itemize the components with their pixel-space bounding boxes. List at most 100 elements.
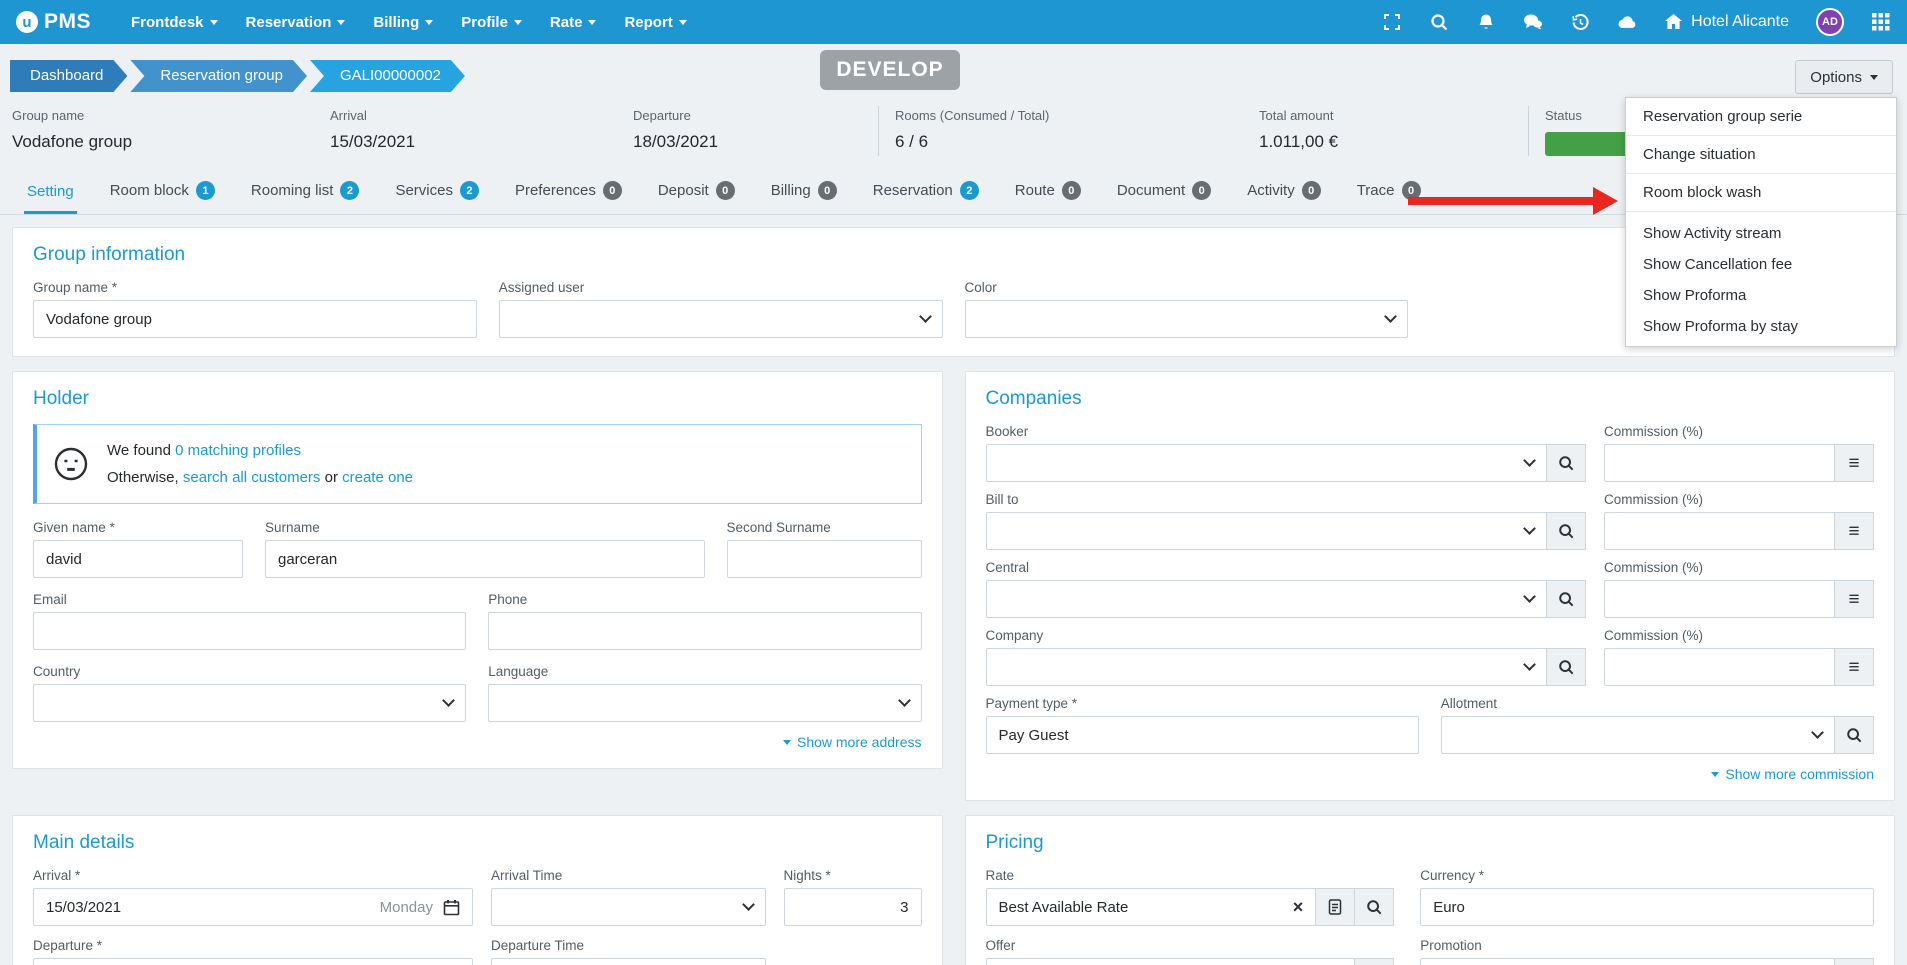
central-commission-input[interactable]	[1604, 580, 1835, 618]
search-all-customers-link[interactable]: search all customers	[183, 469, 321, 486]
phone-input[interactable]	[488, 612, 921, 650]
menu-item-reservation-group-serie[interactable]: Reservation group serie	[1626, 98, 1896, 136]
tab-document[interactable]: Document0	[1114, 172, 1214, 214]
menu-billing[interactable]: Billing	[359, 0, 447, 44]
group-name-input[interactable]	[33, 300, 477, 338]
menu-item-show-proforma[interactable]: Show Proforma	[1626, 280, 1896, 311]
promotion-select[interactable]	[1420, 958, 1835, 965]
bill-to-search-button[interactable]	[1546, 512, 1586, 550]
notifications-bell-icon[interactable]	[1476, 12, 1496, 32]
company-select[interactable]	[986, 648, 1548, 686]
central-select[interactable]	[986, 580, 1548, 618]
chevron-down-icon	[1811, 726, 1824, 739]
hotel-selector[interactable]: Hotel Alicante	[1664, 13, 1789, 31]
assigned-user-select[interactable]	[499, 300, 943, 338]
tab-route[interactable]: Route0	[1012, 172, 1084, 214]
menu-rate[interactable]: Rate	[536, 0, 611, 44]
company-commission-menu-button[interactable]: ≡	[1834, 648, 1874, 686]
pricing-card: Pricing Rate Best Available Rate × Curre…	[965, 815, 1896, 965]
booker-commission-menu-button[interactable]: ≡	[1834, 444, 1874, 482]
arrival-date-input[interactable]: 15/03/2021 Monday	[33, 888, 473, 926]
color-select[interactable]	[965, 300, 1409, 338]
show-more-address-link[interactable]: Show more address	[33, 734, 922, 750]
menu-profile[interactable]: Profile	[447, 0, 536, 44]
tab-services[interactable]: Services2	[392, 172, 482, 214]
tab-rooming-list[interactable]: Rooming list2	[248, 172, 363, 214]
home-icon	[1664, 13, 1683, 31]
company-commission-input[interactable]	[1604, 648, 1835, 686]
surname-input[interactable]	[265, 540, 705, 578]
company-search-button[interactable]	[1546, 648, 1586, 686]
tab-deposit[interactable]: Deposit0	[655, 172, 738, 214]
rate-input[interactable]: Best Available Rate ×	[986, 888, 1317, 926]
chevron-down-icon	[210, 20, 218, 29]
rate-search-button[interactable]	[1354, 888, 1394, 926]
offer-select[interactable]	[986, 958, 1356, 965]
second-surname-input[interactable]	[727, 540, 922, 578]
apps-grid-icon[interactable]	[1871, 12, 1891, 32]
history-icon[interactable]	[1570, 12, 1590, 32]
central-commission-menu-button[interactable]: ≡	[1834, 580, 1874, 618]
tab-billing[interactable]: Billing0	[768, 172, 840, 214]
menu-report[interactable]: Report	[610, 0, 700, 44]
search-icon	[1558, 591, 1574, 607]
breadcrumb-reservation-group[interactable]: Reservation group	[130, 60, 307, 92]
bill-to-commission-input[interactable]	[1604, 512, 1835, 550]
given-name-input[interactable]	[33, 540, 243, 578]
chevron-down-icon	[425, 20, 433, 29]
central-search-button[interactable]	[1546, 580, 1586, 618]
menu-item-room-block-wash[interactable]: Room block wash	[1626, 174, 1896, 212]
show-more-commission-link[interactable]: Show more commission	[986, 766, 1875, 782]
tab-room-block[interactable]: Room block1	[107, 172, 218, 214]
search-icon[interactable]	[1429, 12, 1449, 32]
payment-type-field: Payment type *	[986, 696, 1419, 754]
booker-select[interactable]	[986, 444, 1548, 482]
promotion-search-button[interactable]	[1834, 958, 1874, 965]
menu-item-show-activity-stream[interactable]: Show Activity stream	[1626, 218, 1896, 249]
fullscreen-icon[interactable]	[1382, 12, 1402, 32]
pms-logo[interactable]: u PMS	[16, 10, 91, 34]
currency-input[interactable]	[1420, 888, 1874, 926]
tab-reservation[interactable]: Reservation2	[870, 172, 982, 214]
email-input[interactable]	[33, 612, 466, 650]
payment-type-input[interactable]	[986, 716, 1419, 754]
booker-search-button[interactable]	[1546, 444, 1586, 482]
arrival-time-select[interactable]	[491, 888, 766, 926]
tab-trace[interactable]: Trace0	[1354, 172, 1424, 214]
matching-profiles-link[interactable]: 0 matching profiles	[175, 442, 301, 459]
menu-item-show-cancellation-fee[interactable]: Show Cancellation fee	[1626, 249, 1896, 280]
menu-reservation[interactable]: Reservation	[232, 0, 360, 44]
departure-date-input[interactable]: 18/03/2021 Thursday	[33, 958, 473, 965]
menu-frontdesk[interactable]: Frontdesk	[117, 0, 232, 44]
calendar-icon[interactable]	[443, 899, 460, 916]
clear-icon[interactable]: ×	[1285, 897, 1304, 918]
tab-preferences[interactable]: Preferences0	[512, 172, 625, 214]
create-one-link[interactable]: create one	[342, 469, 413, 486]
country-select[interactable]	[33, 684, 466, 722]
options-button[interactable]: Options	[1795, 60, 1893, 94]
language-select[interactable]	[488, 684, 921, 722]
rate-detail-button[interactable]	[1315, 888, 1355, 926]
allotment-search-button[interactable]	[1834, 716, 1874, 754]
breadcrumb-dashboard[interactable]: Dashboard	[10, 60, 127, 92]
nights-input[interactable]: 3	[784, 888, 922, 926]
chevron-down-icon	[898, 694, 911, 707]
chevron-down-icon	[1523, 590, 1536, 603]
chevron-down-icon	[679, 20, 687, 29]
booker-commission-input[interactable]	[1604, 444, 1835, 482]
menu-item-change-situation[interactable]: Change situation	[1626, 136, 1896, 174]
offer-search-button[interactable]	[1354, 958, 1394, 965]
bill-to-select[interactable]	[986, 512, 1548, 550]
breadcrumb-group-code[interactable]: GALI00000002	[310, 60, 465, 92]
departure-time-select[interactable]	[491, 958, 766, 965]
bill-to-commission-menu-button[interactable]: ≡	[1834, 512, 1874, 550]
search-icon	[1366, 899, 1382, 915]
tab-setting[interactable]: Setting	[24, 174, 77, 214]
tab-activity[interactable]: Activity0	[1244, 172, 1324, 214]
menu-item-show-proforma-by-stay[interactable]: Show Proforma by stay	[1626, 311, 1896, 342]
arrival-field: Arrival * 15/03/2021 Monday	[33, 868, 473, 926]
cloud-icon[interactable]	[1617, 12, 1637, 32]
allotment-select[interactable]	[1441, 716, 1835, 754]
chat-icon[interactable]	[1523, 12, 1543, 32]
avatar[interactable]: AD	[1816, 8, 1844, 36]
